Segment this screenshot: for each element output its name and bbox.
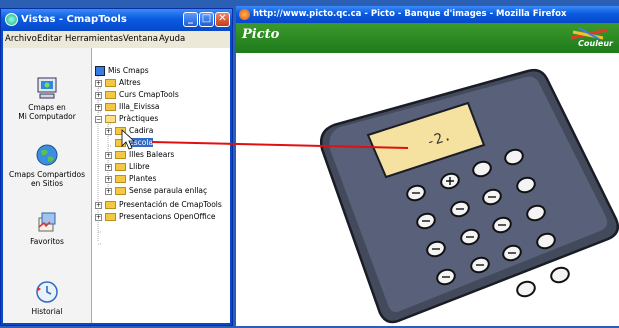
globe-icon [36, 144, 58, 166]
cmaptools-title: Vistas - CmapTools [21, 14, 127, 25]
cmap-folder-tree: Mis Cmaps + Altres + Curs CmapTools + Illa_… [93, 48, 230, 323]
folder-icon [115, 151, 126, 159]
collapse-icon[interactable]: − [95, 115, 102, 123]
menu-ventana[interactable]: Ventana [123, 34, 158, 44]
tree-item[interactable]: + Illes Balears [105, 150, 174, 160]
firefox-window: http://www.picto.qc.ca - Picto - Banque … [236, 6, 619, 326]
minimize-button[interactable]: _ [183, 12, 198, 27]
tree-item-label: Plantes [129, 174, 157, 183]
tree-item-label: Escola [129, 138, 154, 147]
tree-item[interactable]: + Presentación de CmapTools [95, 200, 222, 210]
tree-item-label: Altres [119, 78, 141, 87]
cmaptools-menubar: Archivo Editar Herramientas Ventana Ayud… [3, 31, 230, 48]
side-item-my-computer[interactable]: Cmaps en Mi Computador [3, 76, 91, 121]
folder-icon [105, 213, 116, 221]
expand-icon[interactable]: + [105, 127, 112, 135]
picto-logo[interactable]: Picto [242, 27, 279, 42]
folder-icon [105, 91, 116, 99]
menu-herramientas[interactable]: Herramientas [65, 34, 123, 44]
tree-item-practiques[interactable]: − Pràctiques [95, 114, 158, 124]
tree-item[interactable]: + Cadira [105, 126, 153, 136]
expand-icon[interactable]: + [95, 103, 102, 111]
side-item-label: en Sitios [30, 179, 64, 188]
side-item-label: Favoritos [30, 237, 64, 246]
folder-icon [115, 139, 126, 147]
favorites-icon [38, 212, 56, 232]
tree-item[interactable]: + Plantes [105, 174, 156, 184]
maximize-button[interactable]: □ [199, 12, 214, 27]
menu-archivo[interactable]: Archivo [5, 34, 37, 44]
menu-ayuda[interactable]: Ayuda [159, 34, 185, 44]
cmaptools-app-icon [5, 13, 18, 26]
folder-icon [115, 127, 126, 135]
close-button[interactable]: ✕ [215, 12, 230, 27]
tree-root-mis-cmaps[interactable]: Mis Cmaps [95, 66, 149, 76]
tree-item-label: Curs CmapTools [119, 90, 179, 99]
cmaptools-content: Cmaps en Mi Computador Cmaps Compartidos… [3, 48, 230, 323]
tree-item-label: Pràctiques [119, 114, 159, 123]
cmaps-root-icon [95, 66, 105, 76]
tree-item-label: Llibre [129, 162, 150, 171]
tree-item-label: Mis Cmaps [108, 66, 149, 75]
calculator-image[interactable]: -2. [236, 53, 619, 326]
side-item-label: Cmaps Compartidos [8, 170, 86, 179]
side-item-favorites[interactable]: Favoritos [3, 210, 91, 246]
tree-item[interactable]: + Curs CmapTools [95, 90, 179, 100]
tree-item-label: Presentacions OpenOffice [119, 212, 216, 221]
views-side-panel: Cmaps en Mi Computador Cmaps Compartidos… [3, 48, 92, 323]
folder-icon [105, 103, 116, 111]
tree-item-label: Sense paraula enllaç [129, 186, 208, 195]
open-folder-icon [105, 115, 116, 123]
menu-editar[interactable]: Editar [37, 34, 62, 44]
side-item-shared-cmaps[interactable]: Cmaps Compartidos en Sitios [3, 143, 91, 188]
crayons-icon [570, 27, 608, 40]
tree-item-label: Illes Balears [129, 150, 175, 159]
expand-icon[interactable]: + [95, 79, 102, 87]
tree-item-escola[interactable]: Escola [115, 138, 154, 148]
side-item-label: Mi Computador [18, 112, 76, 121]
firefox-title: http://www.picto.qc.ca - Picto - Banque … [253, 9, 567, 19]
folder-icon [105, 201, 116, 209]
tree-item[interactable]: + Sense paraula enllaç [105, 186, 207, 196]
tree-item[interactable]: + Presentacions OpenOffice [95, 212, 216, 222]
expand-icon[interactable]: + [95, 91, 102, 99]
couleur-link[interactable]: Couleur [578, 39, 613, 48]
cmaptools-window: Vistas - CmapTools _ □ ✕ Archivo Editar … [0, 8, 233, 326]
side-item-label: Cmaps en [28, 103, 66, 112]
folder-icon [115, 175, 126, 183]
side-item-label: Historial [31, 307, 63, 316]
tree-item-label: Cadira [129, 126, 154, 135]
expand-icon[interactable]: + [95, 201, 102, 209]
history-icon [36, 281, 58, 303]
expand-icon[interactable]: + [105, 163, 112, 171]
tree-item[interactable]: + Altres [95, 78, 141, 88]
expand-icon[interactable]: + [105, 151, 112, 159]
firefox-icon [239, 9, 250, 20]
tree-item-label: Illa_Eivissa [119, 102, 160, 111]
cmaptools-titlebar[interactable]: Vistas - CmapTools _ □ ✕ [1, 9, 232, 31]
tree-item-label: Presentación de CmapTools [119, 200, 222, 209]
folder-icon [105, 79, 116, 87]
folder-icon [115, 187, 126, 195]
firefox-titlebar[interactable]: http://www.picto.qc.ca - Picto - Banque … [236, 6, 619, 23]
expand-icon[interactable]: + [105, 175, 112, 183]
tree-item[interactable]: + Llibre [105, 162, 150, 172]
picto-image-area: -2. [236, 53, 619, 326]
side-item-history[interactable]: Historial [3, 280, 91, 316]
expand-icon[interactable]: + [95, 213, 102, 221]
folder-icon [115, 163, 126, 171]
tree-item[interactable]: + Illa_Eivissa [95, 102, 159, 112]
expand-icon[interactable]: + [105, 187, 112, 195]
picto-header: Picto Couleur [236, 23, 619, 53]
computer-icon [37, 77, 57, 99]
